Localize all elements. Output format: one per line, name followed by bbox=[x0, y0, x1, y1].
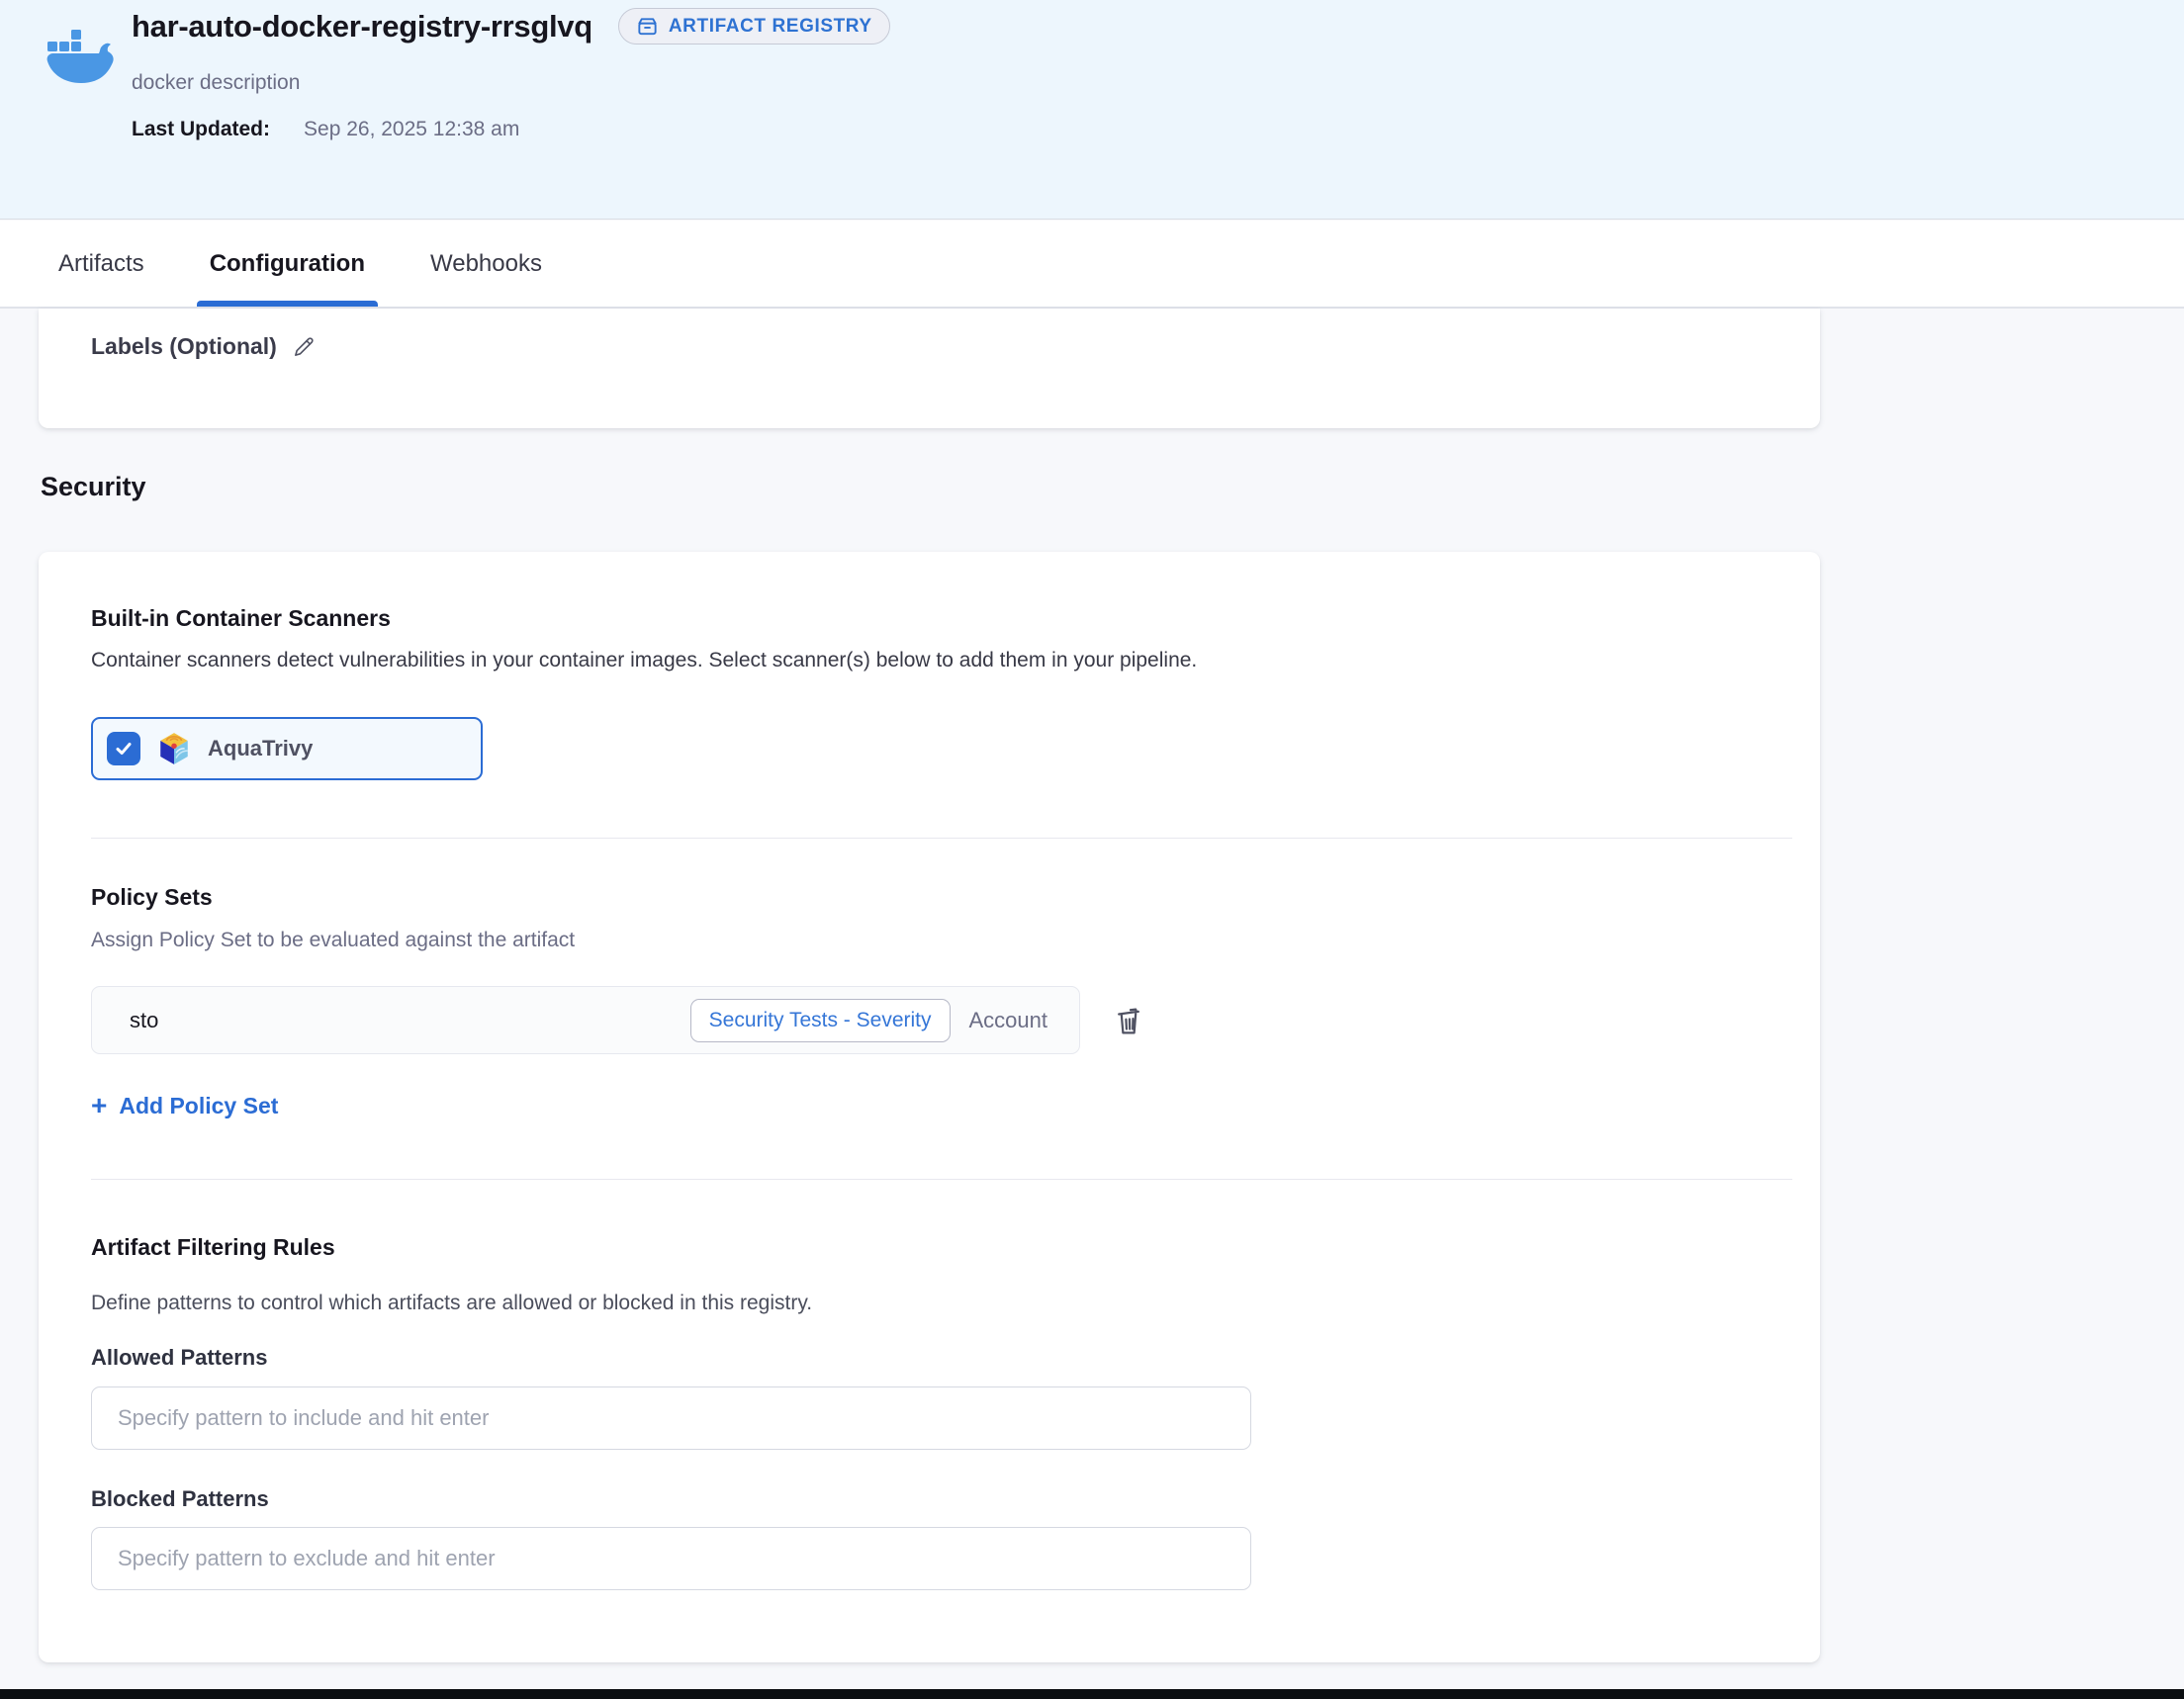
policy-set-chip[interactable]: Security Tests - Severity bbox=[690, 999, 951, 1042]
scanners-title: Built-in Container Scanners bbox=[91, 605, 391, 632]
scanner-option-aquatrivy[interactable]: AquaTrivy bbox=[91, 717, 483, 780]
allowed-patterns-label: Allowed Patterns bbox=[91, 1345, 267, 1371]
filtering-rules-title: Artifact Filtering Rules bbox=[91, 1234, 335, 1261]
page-title: har-auto-docker-registry-rrsglvq bbox=[132, 9, 592, 45]
tab-artifacts[interactable]: Artifacts bbox=[46, 221, 157, 307]
page-header: har-auto-docker-registry-rrsglvq ARTIFAC… bbox=[0, 0, 2184, 220]
policy-set-input[interactable] bbox=[92, 987, 690, 1053]
policy-set-scope: Account bbox=[969, 1008, 1048, 1033]
blocked-patterns-label: Blocked Patterns bbox=[91, 1486, 269, 1512]
policy-set-row: Security Tests - Severity Account bbox=[91, 986, 1080, 1054]
scanners-description: Container scanners detect vulnerabilitie… bbox=[91, 649, 1197, 672]
bottom-edge-bar bbox=[0, 1689, 2184, 1699]
artifact-registry-page: har-auto-docker-registry-rrsglvq ARTIFAC… bbox=[0, 0, 2184, 1699]
docker-whale-icon bbox=[46, 28, 117, 90]
badge-label: ARTIFACT REGISTRY bbox=[669, 16, 872, 38]
labels-optional-title: Labels (Optional) bbox=[91, 333, 277, 360]
allowed-patterns-input[interactable] bbox=[91, 1386, 1251, 1450]
archive-box-icon bbox=[636, 15, 659, 38]
blocked-patterns-input[interactable] bbox=[91, 1527, 1251, 1590]
add-policy-set-label: Add Policy Set bbox=[119, 1093, 278, 1119]
edit-pencil-icon[interactable] bbox=[291, 334, 317, 360]
scanner-option-label: AquaTrivy bbox=[208, 736, 313, 761]
delete-policy-set-button[interactable] bbox=[1109, 1001, 1148, 1040]
last-updated-value: Sep 26, 2025 12:38 am bbox=[304, 118, 519, 141]
artifact-registry-badge: ARTIFACT REGISTRY bbox=[618, 8, 890, 45]
policy-sets-description: Assign Policy Set to be evaluated agains… bbox=[91, 929, 575, 952]
tab-webhooks[interactable]: Webhooks bbox=[417, 221, 555, 307]
plus-icon: + bbox=[91, 1092, 107, 1119]
trivy-logo-icon bbox=[156, 731, 192, 766]
section-divider bbox=[91, 1179, 1792, 1180]
tab-configuration[interactable]: Configuration bbox=[197, 221, 378, 307]
security-section-heading: Security bbox=[41, 472, 146, 502]
section-divider bbox=[91, 838, 1792, 839]
security-card: Built-in Container Scanners Container sc… bbox=[39, 552, 1820, 1662]
add-policy-set-button[interactable]: + Add Policy Set bbox=[91, 1092, 278, 1119]
labels-card: Labels (Optional) bbox=[39, 309, 1820, 428]
policy-sets-title: Policy Sets bbox=[91, 884, 213, 911]
configuration-content: Labels (Optional) Security Built-in Cont… bbox=[0, 309, 2184, 1699]
trash-icon bbox=[1113, 1004, 1144, 1037]
check-icon bbox=[114, 739, 134, 759]
scanner-checkbox[interactable] bbox=[107, 732, 140, 765]
last-updated-row: Last Updated: Sep 26, 2025 12:38 am bbox=[132, 118, 519, 141]
registry-description: docker description bbox=[132, 71, 300, 95]
tab-bar: Artifacts Configuration Webhooks bbox=[0, 221, 2184, 309]
last-updated-label: Last Updated: bbox=[132, 118, 270, 141]
filtering-rules-description: Define patterns to control which artifac… bbox=[91, 1292, 812, 1315]
